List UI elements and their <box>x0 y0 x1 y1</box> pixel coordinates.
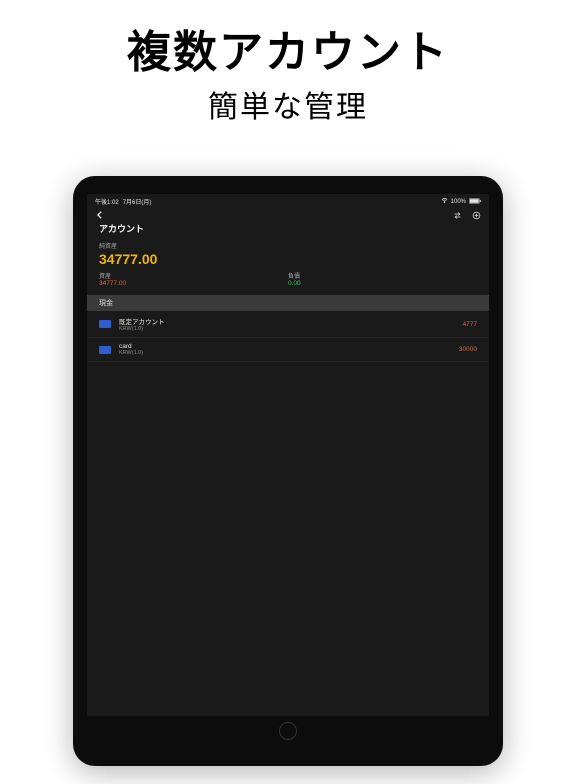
liabilities-value: 0.00 <box>288 280 477 287</box>
back-button[interactable] <box>95 210 105 222</box>
tablet-screen: 午後1:02 7月6日(月) 100% <box>87 194 489 716</box>
account-name: card <box>119 343 459 350</box>
tablet-frame: 午後1:02 7月6日(月) 100% <box>73 176 503 766</box>
liabilities-label: 負債 <box>288 271 477 280</box>
promo-title: 複数アカウント <box>0 16 576 80</box>
assets-value: 34777.00 <box>99 280 288 287</box>
status-date: 7月6日(月) <box>123 197 152 206</box>
status-time: 午後1:02 <box>95 197 119 206</box>
section-header-cash: 現金 <box>87 295 489 311</box>
account-name: 既定アカウント <box>119 316 463 326</box>
status-bar: 午後1:02 7月6日(月) 100% <box>87 194 489 206</box>
transfer-icon[interactable] <box>453 211 462 222</box>
card-icon <box>99 320 111 328</box>
net-worth-value: 34777.00 <box>99 251 477 267</box>
account-row[interactable]: card KRW(1.0) 30000 <box>87 338 489 362</box>
battery-percent: 100% <box>451 199 466 205</box>
assets-label: 資産 <box>99 271 288 280</box>
summary-block: 純資産 34777.00 資産 34777.00 負債 0.00 <box>87 235 489 295</box>
net-worth-label: 純資産 <box>99 241 477 250</box>
wifi-icon <box>441 197 448 206</box>
account-amount: 4777 <box>463 321 477 328</box>
card-icon <box>99 346 111 354</box>
page-title: アカウント <box>87 222 489 235</box>
nav-row <box>87 206 489 222</box>
battery-icon <box>469 198 481 206</box>
add-button[interactable] <box>472 211 481 222</box>
account-currency: KRW(1.0) <box>119 350 459 356</box>
home-button[interactable] <box>279 722 297 740</box>
account-amount: 30000 <box>459 346 477 353</box>
promo-subtitle: 簡単な管理 <box>0 82 576 126</box>
account-currency: KRW(1.0) <box>119 326 463 332</box>
account-row[interactable]: 既定アカウント KRW(1.0) 4777 <box>87 311 489 338</box>
